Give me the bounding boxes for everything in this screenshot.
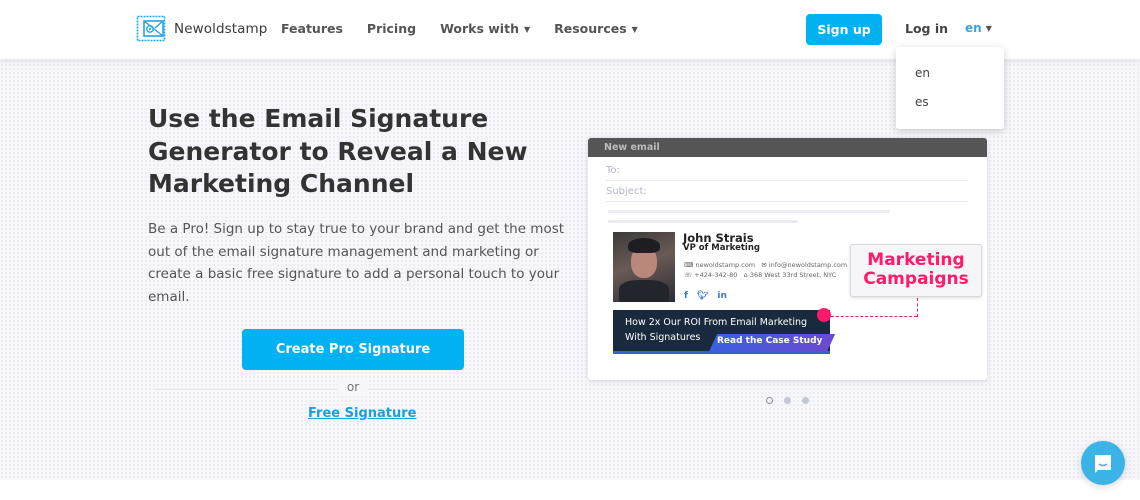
nav-features[interactable]: Features <box>281 21 343 36</box>
logo-text: Newoldstamp <box>174 20 268 37</box>
subject-field: Subject: <box>606 186 968 202</box>
facebook-icon: f <box>684 291 688 301</box>
logo[interactable]: Newoldstamp <box>136 15 267 42</box>
caret-down-icon: ▼ <box>985 24 992 33</box>
nav-works-with[interactable]: Works with ▼ <box>440 21 530 36</box>
login-link[interactable]: Log in <box>905 21 948 36</box>
carousel-dot[interactable] <box>802 397 809 404</box>
free-signature-link[interactable]: Free Signature <box>308 406 416 421</box>
carousel-dots <box>766 397 809 404</box>
connector-line <box>831 316 917 317</box>
placeholder-line <box>608 220 798 223</box>
carousel-dot[interactable] <box>784 397 791 404</box>
language-option-en[interactable]: en <box>915 66 930 80</box>
hotspot-dot <box>817 308 831 322</box>
connector-line <box>917 298 918 317</box>
nav-resources[interactable]: Resources ▼ <box>554 21 638 36</box>
or-text: or <box>338 380 368 394</box>
carousel-dot[interactable] <box>766 397 773 404</box>
caret-down-icon: ▼ <box>523 25 531 34</box>
signature-contact-row1: ⌨ newoldstamp.com ✉ info@newoldstamp.com <box>684 261 848 269</box>
mockup-title-bar: New email <box>588 138 987 157</box>
linkedin-icon: in <box>717 291 727 301</box>
signup-button[interactable]: Sign up <box>806 14 882 45</box>
chat-icon <box>1095 455 1111 473</box>
marketing-campaigns-callout: Marketing Campaigns <box>850 244 982 297</box>
create-pro-signature-button[interactable]: Create Pro Signature <box>242 329 464 370</box>
caret-down-icon: ▼ <box>631 25 638 34</box>
web-icon: ⌨ <box>684 261 696 269</box>
main-nav: Features Pricing Works with ▼ Resources ▼ <box>281 21 638 36</box>
signature-role: VP of Marketing <box>683 243 760 253</box>
language-option-es[interactable]: es <box>915 95 929 109</box>
chat-launcher-button[interactable] <box>1081 441 1125 485</box>
profile-photo <box>613 232 675 302</box>
twitter-icon: 🐦︎ <box>696 291 709 301</box>
phone-icon: ☏ <box>684 271 695 279</box>
stamp-logo-icon <box>136 15 166 42</box>
placeholder-line <box>608 210 890 213</box>
read-case-study-button: Read the Case Study <box>717 336 823 346</box>
hero-description: Be a Pro! Sign up to stay true to your b… <box>148 221 565 305</box>
language-selector[interactable]: en ▼ <box>965 21 992 35</box>
hero-title: Use the Email Signature Generator to Rev… <box>148 104 528 198</box>
nav-pricing[interactable]: Pricing <box>367 21 416 36</box>
to-field: To: <box>606 165 968 181</box>
language-dropdown: en es <box>896 47 1004 129</box>
mail-icon: ✉ <box>761 261 769 269</box>
signature-contact-row2: ☏ +424-342-80 ⌂ 368 West 33rd Street, NY… <box>684 271 837 279</box>
signature-banner: How 2x Our ROI From Email Marketing With… <box>613 310 836 354</box>
social-icons: f 🐦︎ in <box>684 291 727 301</box>
